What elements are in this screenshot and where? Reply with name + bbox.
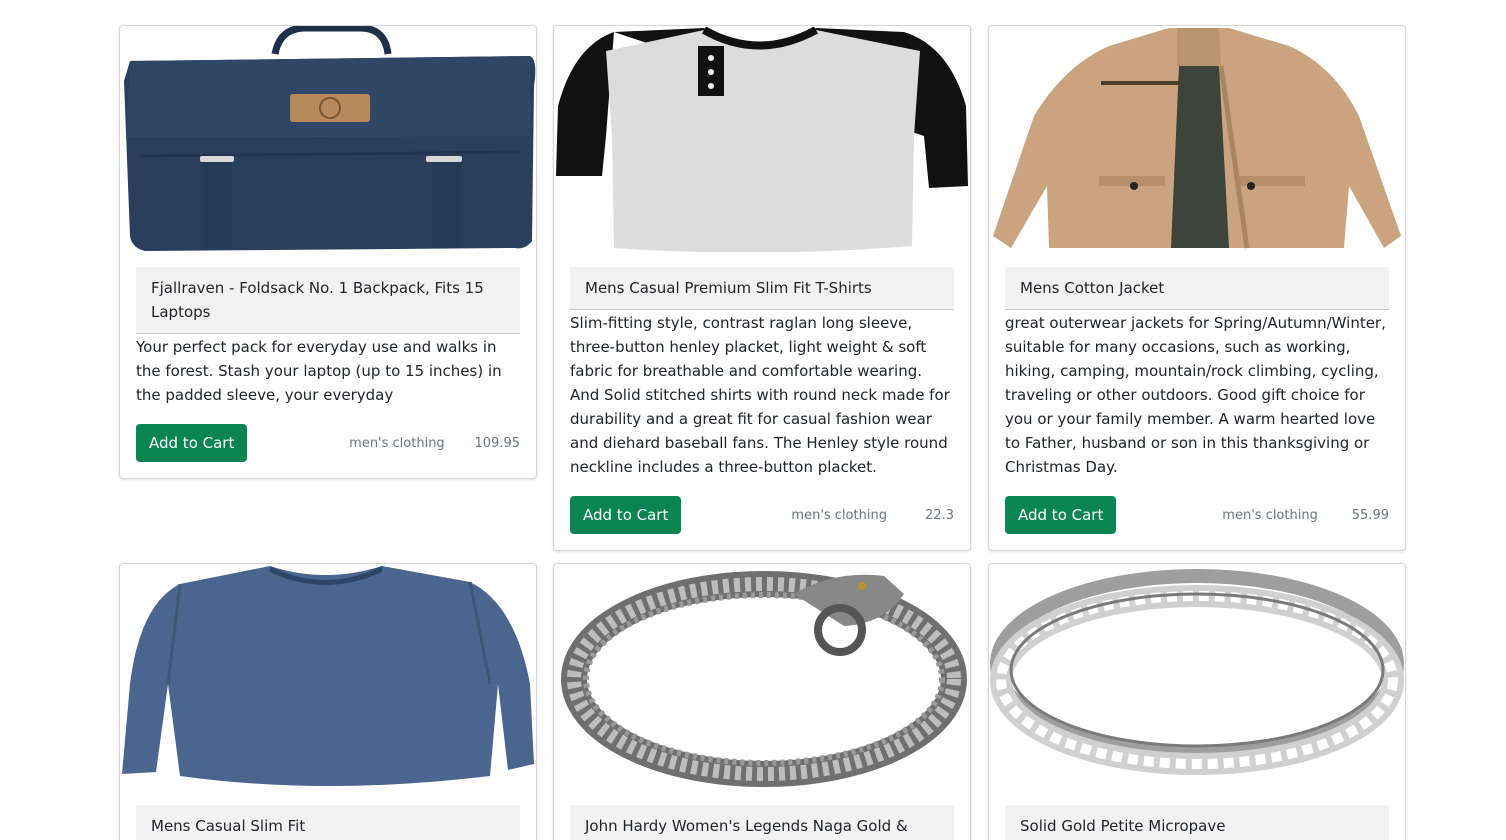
jacket-image <box>993 28 1401 249</box>
tshirt-image <box>556 26 968 252</box>
longsleeve-shirt-image <box>122 566 534 786</box>
product-image[interactable] <box>554 26 970 252</box>
ring-image <box>990 569 1404 775</box>
product-footer: Add to Cart men's clothing 109.95 <box>120 407 536 478</box>
product-title: John Hardy Women's Legends Naga Gold & S… <box>570 805 954 840</box>
product-image[interactable] <box>120 564 536 790</box>
product-price: 109.95 <box>474 435 521 451</box>
product-card: Mens Casual Premium Slim Fit T-Shirts Sl… <box>553 25 971 551</box>
product-title: Fjallraven - Foldsack No. 1 Backpack, Fi… <box>136 267 520 334</box>
product-image[interactable] <box>989 564 1405 790</box>
product-image[interactable] <box>120 26 536 252</box>
backpack-image <box>124 26 536 251</box>
product-category: men's clothing <box>1222 507 1318 523</box>
product-title: Mens Cotton Jacket <box>1005 267 1389 310</box>
product-category: men's clothing <box>349 435 445 451</box>
product-description: Slim-fitting style, contrast raglan long… <box>570 314 950 476</box>
product-title: Solid Gold Petite Micropave <box>1005 805 1389 840</box>
product-card: Mens Cotton Jacket great outerwear jacke… <box>988 25 1406 551</box>
product-card: Fjallraven - Foldsack No. 1 Backpack, Fi… <box>119 25 537 479</box>
product-card: Solid Gold Petite Micropave <box>988 563 1406 840</box>
product-title: Mens Casual Premium Slim Fit T-Shirts <box>570 267 954 310</box>
product-footer: Add to Cart men's clothing 55.99 <box>989 479 1405 550</box>
product-card: Mens Casual Slim Fit <box>119 563 537 840</box>
product-price: 22.3 <box>925 507 954 523</box>
product-card: John Hardy Women's Legends Naga Gold & S… <box>553 563 971 840</box>
product-footer: Add to Cart men's clothing 22.3 <box>554 479 970 550</box>
product-title: Mens Casual Slim Fit <box>136 805 520 840</box>
product-category: men's clothing <box>791 507 887 523</box>
add-to-cart-button[interactable]: Add to Cart <box>570 496 682 534</box>
product-price: 55.99 <box>1351 507 1389 523</box>
product-image[interactable] <box>989 26 1405 252</box>
add-to-cart-button[interactable]: Add to Cart <box>1005 496 1117 534</box>
add-to-cart-button[interactable]: Add to Cart <box>136 424 248 462</box>
bracelet-image <box>561 571 967 787</box>
product-description: Your perfect pack for everyday use and w… <box>136 338 502 404</box>
product-image[interactable] <box>554 564 970 790</box>
product-description: great outerwear jackets for Spring/Autum… <box>1005 314 1386 476</box>
